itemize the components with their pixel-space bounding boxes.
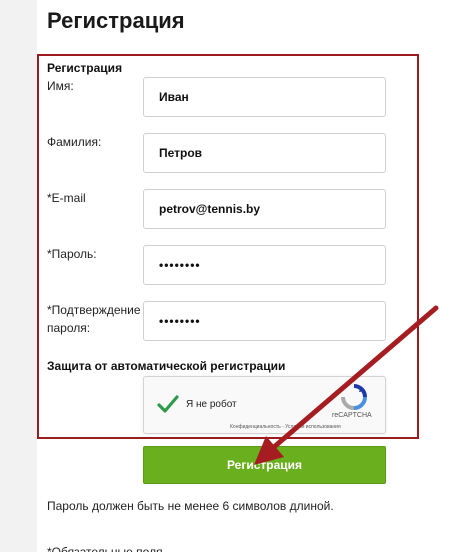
password-label: *Пароль: [47,247,97,261]
register-button[interactable]: Регистрация [143,446,386,484]
recaptcha-brand: reCAPTCHA [332,412,372,419]
form-section-title: Регистрация [47,61,123,75]
captcha-section-title: Защита от автоматической регистрации [47,359,286,373]
email-label: *E-mail [47,191,86,205]
confirm-password-label-line2: пароля: [47,321,91,335]
password-input[interactable]: •••••••• [143,245,386,285]
confirm-password-label: *Подтверждение пароля: [47,301,141,337]
required-fields-note: *Обязательные поля [47,545,163,552]
first-name-label: Имя: [47,79,74,93]
recaptcha-logo-icon [340,383,368,411]
recaptcha-label: Я не робот [186,399,237,410]
checkmark-icon[interactable] [156,393,180,415]
last-name-label: Фамилия: [47,135,102,149]
page-title: Регистрация [47,8,185,33]
first-name-input[interactable]: Иван [143,77,386,117]
recaptcha-links[interactable]: Конфиденциальность - Условия использован… [230,424,341,430]
email-input[interactable]: petrov@tennis.by [143,189,386,229]
recaptcha-widget: Я не робот reCAPTCHA Конфиденциальность … [143,376,386,434]
confirm-password-label-line1: *Подтверждение [47,303,141,317]
confirm-password-input[interactable]: •••••••• [143,301,386,341]
last-name-input[interactable]: Петров [143,133,386,173]
page-left-margin [0,0,37,552]
password-hint: Пароль должен быть не менее 6 символов д… [47,499,334,513]
